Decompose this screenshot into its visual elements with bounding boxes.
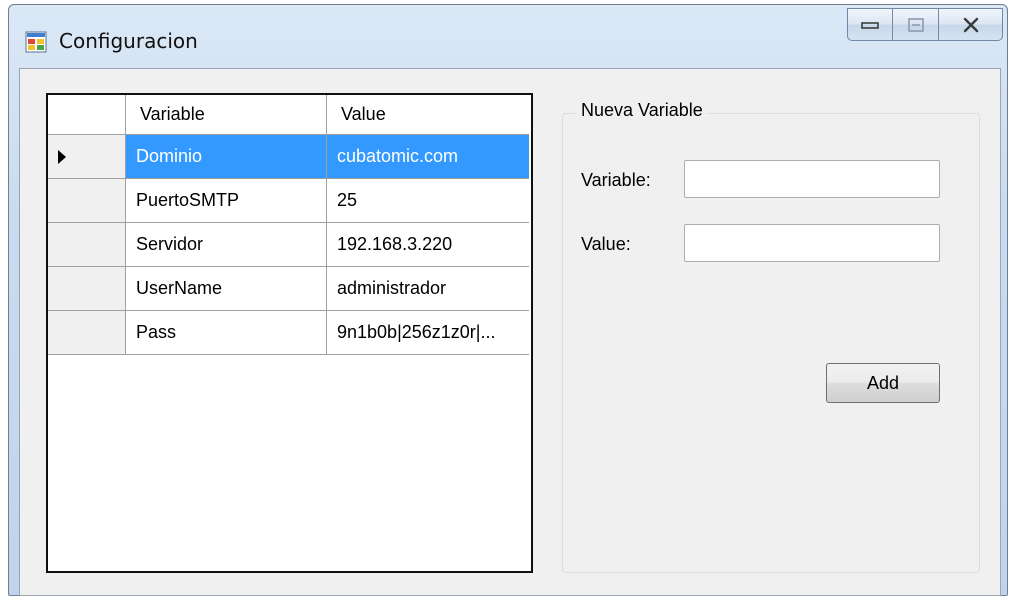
table-row[interactable]: Servidor 192.168.3.220 xyxy=(48,223,531,267)
cell-variable[interactable]: UserName xyxy=(126,267,327,311)
window-controls xyxy=(847,8,1003,42)
variable-input[interactable] xyxy=(684,160,940,198)
header-corner[interactable] xyxy=(48,95,126,135)
variables-grid[interactable]: Variable Value Dominio cubatomic.com Pue… xyxy=(46,93,533,573)
cell-value[interactable]: cubatomic.com xyxy=(327,135,529,179)
cell-value[interactable]: 9n1b0b|256z1z0r|... xyxy=(327,311,529,355)
column-header-value[interactable]: Value xyxy=(327,95,529,135)
row-header[interactable] xyxy=(48,311,126,355)
table-row[interactable]: Pass 9n1b0b|256z1z0r|... xyxy=(48,311,531,355)
close-icon xyxy=(963,17,978,32)
form-icon xyxy=(25,31,47,53)
row-header[interactable] xyxy=(48,179,126,223)
maximize-button[interactable] xyxy=(893,8,939,41)
group-title: Nueva Variable xyxy=(577,100,707,121)
current-row-arrow-icon xyxy=(58,149,66,164)
cell-variable[interactable]: PuertoSMTP xyxy=(126,179,327,223)
row-header[interactable] xyxy=(48,267,126,311)
cell-value[interactable]: administrador xyxy=(327,267,529,311)
grid-header: Variable Value xyxy=(48,95,531,135)
column-header-variable[interactable]: Variable xyxy=(126,95,327,135)
maximize-icon xyxy=(907,17,924,32)
value-label: Value: xyxy=(581,234,631,254)
variable-label: Variable: xyxy=(581,170,651,190)
table-row[interactable]: Dominio cubatomic.com xyxy=(48,135,531,179)
row-header[interactable] xyxy=(48,223,126,267)
close-button[interactable] xyxy=(939,8,1003,41)
cell-variable[interactable]: Pass xyxy=(126,311,327,355)
title-bar[interactable]: Configuracion xyxy=(9,5,1007,57)
window-title: Configuracion xyxy=(59,29,198,53)
minimize-icon xyxy=(861,21,879,29)
row-header[interactable] xyxy=(48,135,126,179)
minimize-button[interactable] xyxy=(847,8,893,41)
table-row[interactable]: PuertoSMTP 25 xyxy=(48,179,531,223)
cell-value[interactable]: 192.168.3.220 xyxy=(327,223,529,267)
add-button[interactable]: Add xyxy=(826,363,940,403)
cell-value[interactable]: 25 xyxy=(327,179,529,223)
cell-variable[interactable]: Servidor xyxy=(126,223,327,267)
configuracion-window: Configuracion Variable Value Dominio cub… xyxy=(8,4,1008,596)
nueva-variable-group: Nueva Variable Variable: Value: Add xyxy=(562,100,980,573)
value-input[interactable] xyxy=(684,224,940,262)
cell-variable[interactable]: Dominio xyxy=(126,135,327,179)
client-area: Variable Value Dominio cubatomic.com Pue… xyxy=(19,68,1001,596)
table-row[interactable]: UserName administrador xyxy=(48,267,531,311)
